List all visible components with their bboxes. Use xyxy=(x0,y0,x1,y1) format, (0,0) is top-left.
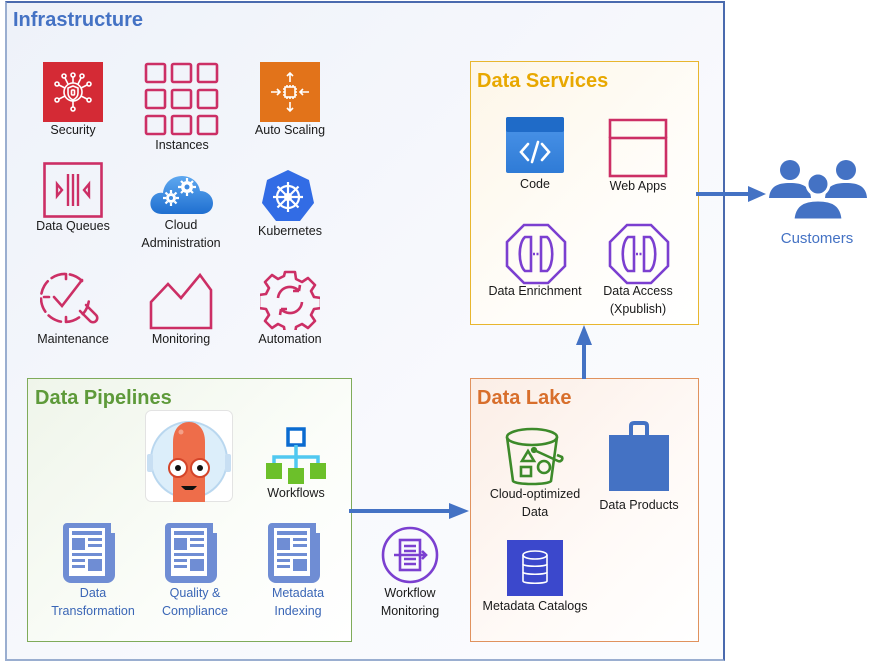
data-queues-icon xyxy=(43,162,103,218)
metadata-catalogs-label: Metadata Catalogs xyxy=(482,599,588,613)
data-access-icon xyxy=(608,223,670,285)
arrow-to-data-services xyxy=(574,325,594,379)
data-services-title: Data Services xyxy=(477,70,609,92)
cloud-optimized-data-label-line1: Cloud-optimized xyxy=(489,487,581,501)
workflow-monitoring-label-line1: Workflow xyxy=(384,586,436,600)
web-apps-label: Web Apps xyxy=(609,179,667,193)
auto-scaling-icon xyxy=(260,62,320,122)
metadata-indexing-label-line2: Indexing xyxy=(274,604,322,618)
customers-label: Customers xyxy=(780,230,854,247)
maintenance-label: Maintenance xyxy=(37,332,109,346)
security-label: Security xyxy=(50,123,96,137)
argo-mascot-icon xyxy=(145,410,233,502)
web-apps-icon xyxy=(608,118,668,178)
cloud-optimized-data-label-line2: Data xyxy=(521,505,549,519)
workflows-icon xyxy=(266,427,326,485)
arrow-to-customers xyxy=(696,184,768,204)
data-enrichment-label: Data Enrichment xyxy=(488,284,582,298)
cloud-administration-label-line1: Cloud xyxy=(164,218,198,232)
security-icon xyxy=(43,62,103,122)
database-icon xyxy=(507,540,563,596)
bucket-icon xyxy=(504,425,566,487)
data-pipelines-title: Data Pipelines xyxy=(35,387,172,409)
shopping-bag-icon xyxy=(609,421,669,491)
metadata-indexing-label-line1: Metadata xyxy=(271,586,325,600)
monitoring-label: Monitoring xyxy=(151,332,211,346)
code-icon xyxy=(506,117,564,173)
data-transformation-label-line1: Data xyxy=(79,586,107,600)
kubernetes-icon xyxy=(260,169,316,223)
automation-icon xyxy=(260,270,320,330)
instances-icon xyxy=(144,62,220,136)
data-products-label: Data Products xyxy=(599,498,679,512)
metadata-indexing-document-icon xyxy=(268,523,328,583)
data-queues-label: Data Queues xyxy=(36,219,110,233)
data-enrichment-icon xyxy=(505,223,567,285)
auto-scaling-label: Auto Scaling xyxy=(254,123,326,137)
quality-compliance-label-line2: Compliance xyxy=(161,604,229,618)
data-transformation-label-line2: Transformation xyxy=(51,604,135,618)
kubernetes-label: Kubernetes xyxy=(258,224,322,238)
arrow-to-data-lake xyxy=(349,501,471,521)
automation-label: Automation xyxy=(258,332,322,346)
cloud-administration-icon xyxy=(148,169,214,215)
code-label: Code xyxy=(520,177,550,191)
workflows-label: Workflows xyxy=(267,486,325,500)
workflow-monitoring-icon xyxy=(380,525,440,585)
quality-compliance-document-icon xyxy=(165,523,225,583)
infrastructure-title: Infrastructure xyxy=(13,9,144,31)
maintenance-icon xyxy=(40,270,106,332)
data-access-label-line1: Data Access xyxy=(603,284,673,298)
data-transformation-document-icon xyxy=(63,523,123,583)
instances-label: Instances xyxy=(155,138,209,152)
data-lake-title: Data Lake xyxy=(477,387,572,409)
data-access-label-line2: (Xpublish) xyxy=(609,302,667,316)
workflow-monitoring-label-line2: Monitoring xyxy=(380,604,440,618)
monitoring-icon xyxy=(148,272,214,330)
customers-icon xyxy=(768,156,868,222)
quality-compliance-label-line1: Quality & xyxy=(169,586,221,600)
cloud-administration-label-line2: Administration xyxy=(141,236,221,250)
